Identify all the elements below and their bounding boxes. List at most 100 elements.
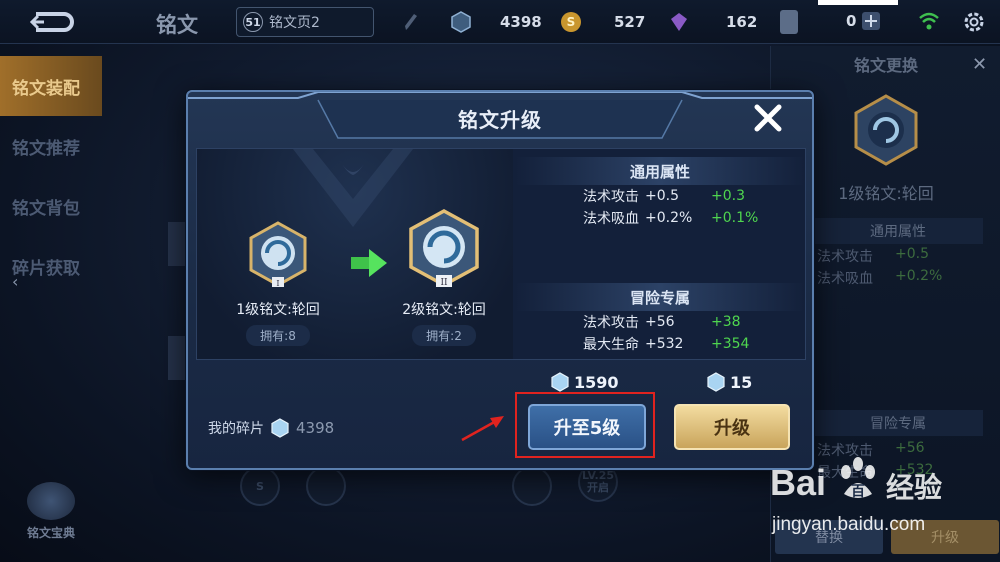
stat-value: +56 [895,440,925,456]
baidu-watermark: Bai 百 经验 jingyan.baidu.com [770,457,1000,562]
panel-section-adventure: 冒险专属 [813,410,983,436]
adventure-stats-title: 冒险专属 [515,283,805,311]
gold-coin-icon: S [561,12,581,32]
svg-text:S: S [567,15,576,29]
crystal-icon [551,372,569,392]
single-upgrade-cost: 15 [706,372,752,392]
shards-label: 我的碎片 [208,421,264,437]
paw-logo-icon: 百 [841,457,875,500]
book-icon [27,482,75,520]
rename-pencil-icon[interactable] [402,12,420,32]
chevron-left-icon[interactable]: ‹ [12,272,34,294]
rune-codex[interactable]: 铭文宝典 [16,482,86,541]
stat-row: 法术攻击 +56 +38 [515,311,805,333]
card-count: 0 [846,12,881,30]
locked-sub: 开启 [587,481,609,494]
stat-delta: +0.3 [711,188,745,204]
stat-value: +0.2% [645,210,693,226]
my-shards: 我的碎片 4398 [208,418,334,438]
watermark-url: jingyan.baidu.com [772,514,926,535]
stat-delta: +354 [711,336,750,352]
upgrade-button[interactable]: 升级 [674,404,790,450]
tier-label: II [440,278,448,288]
right-arrow-icon [351,249,387,277]
next-owned-count: 拥有:2 [412,325,476,346]
sidebar-item-bag[interactable]: 铭文背包 [0,176,102,236]
max-upgrade-cost: 1590 [550,372,619,392]
stats-panel: 通用属性 法术攻击 +0.5 +0.3 法术吸血 +0.2% +0.1% 冒险专… [515,149,805,359]
shards-amount: 4398 [296,419,335,437]
rune-icon [854,94,918,166]
coin-amount: 527 [614,13,646,31]
rune-level-2-icon: II [409,209,479,288]
gem-amount: 162 [726,13,758,31]
stat-value: +532 [645,336,684,352]
page-name: 铭文页2 [269,15,320,31]
current-owned-count: 拥有:8 [246,325,310,346]
page-level-badge: 51 [243,12,263,32]
stat-value: +56 [645,314,675,330]
upgrade-to-max-button[interactable]: 升至5级 [528,404,646,450]
back-icon[interactable] [30,10,78,34]
annotation-arrow-icon [461,416,504,442]
gem-icon [671,13,687,31]
stat-value: +0.5 [895,246,929,262]
crystal-amount: 4398 [500,13,542,31]
next-rune-name: 2级铭文:轮回 [402,302,486,318]
close-icon[interactable] [752,102,784,134]
crystal-currency: 4398 [450,11,542,33]
rune-compare-area: I 1级铭文:轮回 拥有:8 II 2级铭文:轮回 拥有:2 [197,149,513,359]
bg-slot-icon [512,466,552,506]
stat-value: +0.5 [645,188,679,204]
stat-delta: +0.1% [711,210,759,226]
sidebar-item-recommend[interactable]: 铭文推荐 [0,116,102,176]
left-sidebar: 铭文装配 铭文推荐 铭文背包 碎片获取 [0,56,102,296]
sidebar-item-equip[interactable]: 铭文装配 [0,56,102,116]
page-title: 铭文 [156,13,198,37]
top-right-patch [818,0,898,5]
stat-name: 法术吸血 [583,211,639,227]
panel-stat-row: 法术攻击 +0.5 [817,246,929,266]
dialog-body: I 1级铭文:轮回 拥有:8 II 2级铭文:轮回 拥有:2 通用属性 法术攻击… [196,148,806,360]
current-rune-name: 1级铭文:轮回 [236,302,320,318]
settings-gear-icon[interactable] [962,10,986,34]
add-icon[interactable] [862,12,881,30]
panel-close-icon[interactable]: ✕ [972,54,992,75]
stat-name: 法术攻击 [583,189,639,205]
stat-row: 最大生命 +532 +354 [515,333,805,355]
rune-page-selector[interactable]: 51 铭文页2 [236,7,374,37]
paw-char: 百 [851,484,865,500]
stat-row: 法术攻击 +0.5 +0.3 [515,185,805,207]
next-rune-card: II 2级铭文:轮回 拥有:2 [389,209,499,346]
watermark-suffix: 经验 [886,471,943,504]
crystal-icon [271,418,289,438]
coin-currency: S 527 [560,11,645,33]
card-amount: 0 [846,12,857,30]
stat-value: +0.2% [895,268,943,284]
crystal-icon [451,11,471,33]
stat-name: 法术吸血 [817,271,873,287]
codex-label: 铭文宝典 [26,526,75,540]
tier-label: I [276,279,279,288]
crystal-icon [707,372,725,392]
dialog-title: 铭文升级 [458,108,542,132]
stat-row: 法术吸血 +0.2% +0.1% [515,207,805,229]
rune-level-1-icon: I [249,221,307,288]
panel-title: 铭文更换 [853,56,918,75]
stat-delta: +38 [711,314,741,330]
general-stats-title: 通用属性 [515,157,805,185]
top-bar: 铭文 51 铭文页2 4398 S 527 162 0 [0,0,1000,44]
bg-slot-icon [306,466,346,506]
watermark-brand: Bai [770,462,827,503]
wifi-icon [919,12,939,30]
current-rune-card: I 1级铭文:轮回 拥有:8 [223,221,333,346]
panel-section-general: 通用属性 [813,218,983,244]
single-cost-value: 15 [730,372,753,392]
stat-name: 法术攻击 [583,315,639,331]
max-cost-value: 1590 [574,372,619,392]
panel-stat-row: 法术吸血 +0.2% [817,268,942,288]
card-icon [780,10,798,34]
stat-name: 最大生命 [583,337,639,353]
stat-name: 法术攻击 [817,249,873,265]
gem-currency: 162 [668,11,757,33]
